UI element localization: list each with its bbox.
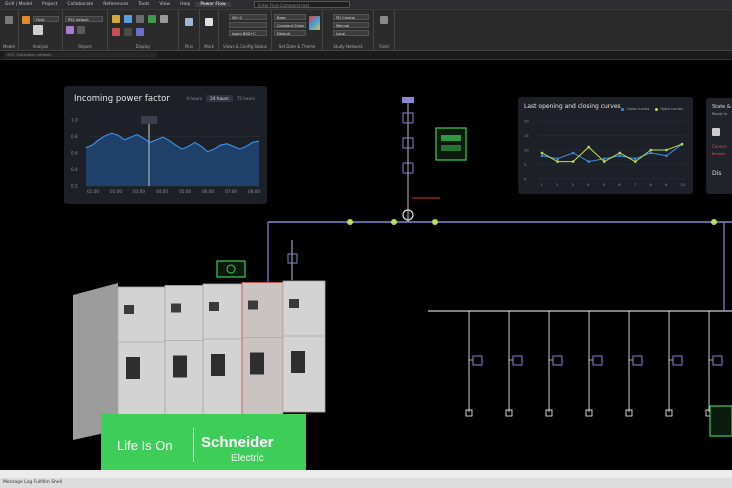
- cabinet-display: [171, 303, 181, 313]
- pf-area: [86, 133, 259, 186]
- pf-x-tick: 08:00: [248, 189, 260, 194]
- state-card: State & Ready fo Connec Breaker Dis: [706, 98, 732, 194]
- curve-x-tick: 7: [634, 182, 637, 187]
- cabinet-window: [126, 357, 140, 379]
- curves-card: Last opening and closing curves Close cu…: [518, 97, 693, 194]
- brand-subname: Electric: [231, 453, 264, 464]
- open-curve-point: [680, 142, 684, 146]
- close-curve-point: [634, 157, 637, 160]
- curve-y-tick: 5: [524, 162, 527, 167]
- cabinet-display: [209, 302, 219, 311]
- curve-y-tick: 20: [524, 119, 529, 124]
- close-curve-line: [541, 143, 683, 163]
- close-curve-point: [571, 151, 575, 155]
- status-bar: Message Log Fullfilm Shell: [0, 470, 732, 488]
- cabinet-window: [250, 352, 264, 375]
- open-curve-point: [665, 148, 668, 152]
- pf-y-tick: 0.8: [71, 134, 78, 139]
- state-subtitle: Ready fo: [712, 112, 728, 116]
- state-disconnect: Dis: [712, 170, 722, 177]
- close-curve-point: [556, 157, 559, 160]
- cabinet-window: [211, 354, 225, 376]
- pf-x-tick: 05:00: [179, 189, 191, 194]
- cabinet-display: [248, 300, 258, 310]
- open-curve-point: [540, 151, 544, 155]
- close-curve-point: [665, 154, 668, 158]
- open-curve-point: [602, 160, 606, 163]
- curve-x-tick: 1: [541, 182, 544, 187]
- brand-name: Schneider: [201, 434, 274, 451]
- pf-x-tick: 06:00: [202, 189, 214, 194]
- pf-x-tick: 01:00: [87, 189, 99, 194]
- curve-y-tick: 15: [524, 133, 529, 138]
- close-curve-point: [602, 157, 606, 160]
- curves-chart: 20 15 10 5 0 1 2 3 4 5 6 7 8 9 10: [524, 119, 686, 187]
- curve-x-tick: 6: [618, 182, 621, 187]
- curve-y-tick: 0: [524, 177, 527, 182]
- cabinet-window: [173, 355, 187, 378]
- pf-x-tick: 03:00: [133, 189, 145, 194]
- state-connected: Connec: [712, 144, 727, 149]
- lock-icon[interactable]: [712, 128, 720, 136]
- open-curve-point: [649, 148, 653, 152]
- state-title: State &: [712, 104, 731, 110]
- power-factor-chart: 1.0 0.8 0.6 0.4 0.2 01:00 02:00 03:00 04:00 05:00…: [71, 116, 260, 194]
- pf-x-tick: 04:00: [156, 189, 168, 194]
- curve-y-tick: 10: [524, 148, 529, 153]
- logo-divider: [193, 428, 194, 462]
- close-curve-point: [618, 154, 622, 158]
- open-curve-point: [618, 151, 622, 155]
- close-curve-point: [540, 154, 544, 158]
- close-curve-point: [649, 151, 653, 155]
- pf-y-tick: 1.0: [71, 118, 78, 123]
- open-curve-point: [587, 145, 590, 149]
- brand-slogan: Life Is On: [117, 438, 173, 453]
- state-breaker: Breaker: [712, 152, 726, 156]
- curve-x-tick: 5: [603, 182, 606, 187]
- cabinet-display: [124, 305, 134, 314]
- curve-x-tick: 9: [665, 182, 668, 187]
- curve-x-tick: 3: [572, 182, 575, 187]
- open-curve-line: [541, 143, 683, 163]
- pf-x-tick: 07:00: [225, 189, 237, 194]
- status-text: Message Log Fullfilm Shell: [3, 480, 63, 485]
- curve-x-tick: 4: [587, 182, 590, 187]
- curve-x-tick: 10: [681, 182, 686, 187]
- cabinet-display: [289, 299, 299, 308]
- pf-y-tick: 0.2: [71, 184, 78, 189]
- open-curve-point: [634, 160, 637, 163]
- status-strip: [0, 478, 732, 488]
- curve-x-tick: 2: [556, 182, 559, 187]
- switchgear-image: [73, 280, 326, 440]
- open-curve-point: [571, 160, 575, 163]
- pf-y-tick: 0.4: [71, 167, 78, 172]
- close-curve-point: [587, 160, 590, 163]
- pf-tooltip: [141, 116, 157, 124]
- open-curve-point: [556, 160, 559, 163]
- cabinet-window: [291, 351, 305, 373]
- pf-y-tick: 0.6: [71, 151, 78, 156]
- curve-x-tick: 8: [649, 182, 652, 187]
- pf-x-tick: 02:00: [110, 189, 122, 194]
- power-factor-card: Incoming power factor 4 hours 24 hours 7…: [64, 86, 267, 204]
- switchgear-cabinets: [117, 280, 326, 433]
- switchgear-cabinet: [202, 283, 243, 423]
- schneider-electric-logo: Life Is On Schneider Electric: [101, 414, 306, 472]
